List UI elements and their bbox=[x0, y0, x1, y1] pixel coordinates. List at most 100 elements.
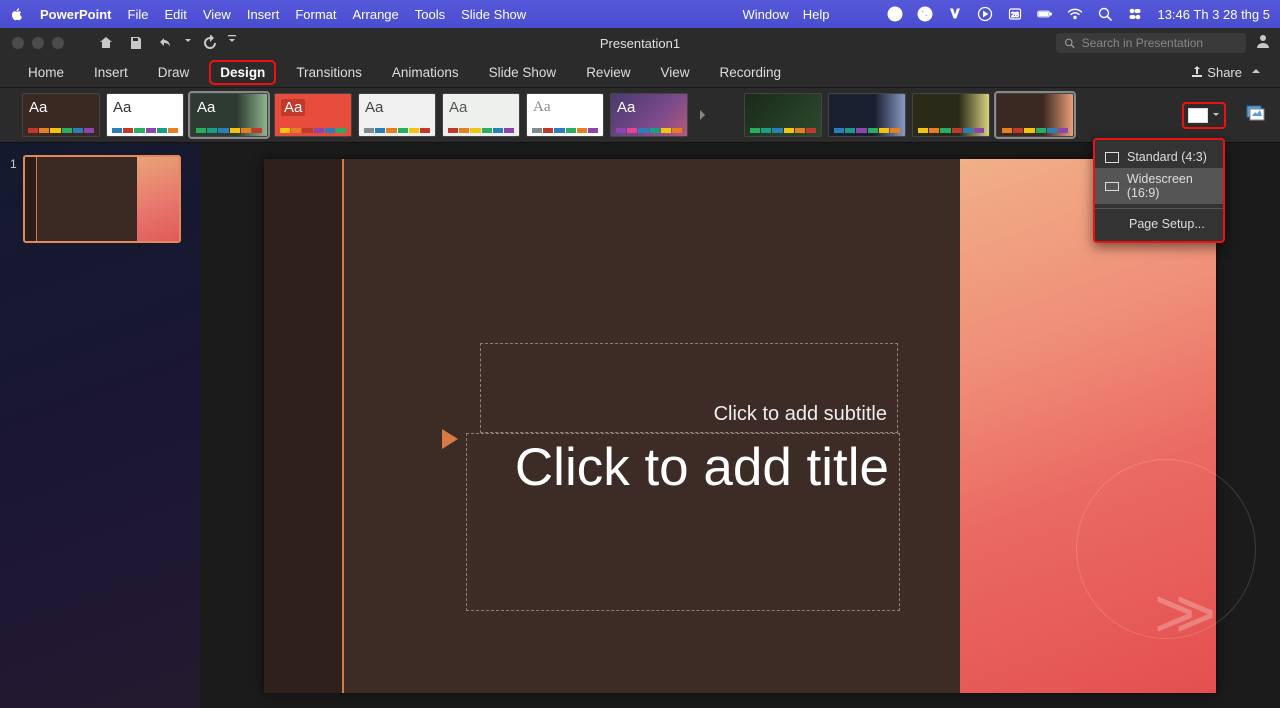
title-placeholder[interactable]: Click to add title bbox=[466, 433, 900, 611]
variant-thumb-3[interactable] bbox=[912, 93, 990, 137]
size-widescreen-label: Widescreen (16:9) bbox=[1127, 172, 1213, 200]
subtitle-text: Click to add subtitle bbox=[714, 403, 887, 426]
chevron-down-icon bbox=[1212, 111, 1220, 119]
theme-aa-label: Aa bbox=[113, 99, 131, 116]
control-center-icon[interactable] bbox=[1127, 6, 1143, 22]
ribbon-tabs: Home Insert Draw Design Transitions Anim… bbox=[0, 58, 1280, 88]
slide-size-button[interactable] bbox=[1182, 102, 1226, 129]
tab-draw[interactable]: Draw bbox=[148, 60, 200, 85]
menu-view[interactable]: View bbox=[203, 7, 231, 22]
theme-aa-label: Aa bbox=[365, 99, 383, 116]
theme-aa-label: Aa bbox=[449, 99, 467, 116]
app-name-menu[interactable]: PowerPoint bbox=[40, 7, 112, 22]
theme-thumb-8[interactable]: Aa bbox=[610, 93, 688, 137]
save-icon[interactable] bbox=[124, 31, 148, 55]
theme-aa-label: Aa bbox=[281, 99, 305, 116]
svg-text:…: … bbox=[891, 10, 899, 19]
theme-thumb-7[interactable]: Aa bbox=[526, 93, 604, 137]
ribbon-design-panel: Aa Aa Aa Aa Aa Aa Aa Aa bbox=[0, 88, 1280, 143]
playback-icon[interactable] bbox=[977, 6, 993, 22]
subtitle-placeholder[interactable]: Click to add subtitle bbox=[480, 343, 898, 433]
window-controls[interactable] bbox=[0, 37, 64, 49]
tab-recording[interactable]: Recording bbox=[709, 60, 791, 85]
menu-window[interactable]: Window bbox=[742, 7, 788, 22]
spotlight-icon[interactable] bbox=[1097, 6, 1113, 22]
page-setup-item[interactable]: Page Setup... bbox=[1095, 213, 1223, 235]
variant-thumb-1[interactable] bbox=[744, 93, 822, 137]
undo-dropdown-icon[interactable] bbox=[184, 34, 192, 53]
theme-thumb-4[interactable]: Aa bbox=[274, 93, 352, 137]
home-icon[interactable] bbox=[94, 31, 118, 55]
close-window-icon[interactable] bbox=[12, 37, 24, 49]
ratio-16-9-icon bbox=[1105, 182, 1119, 191]
triangle-decorator-icon bbox=[442, 429, 458, 449]
tab-design[interactable]: Design bbox=[209, 60, 276, 85]
workspace: 1 >> Click to add subtitle Click to add … bbox=[0, 143, 1280, 708]
theme-aa-label: Aa bbox=[617, 99, 635, 116]
theme-aa-label: Aa bbox=[197, 99, 215, 116]
theme-thumb-1[interactable]: Aa bbox=[22, 93, 100, 137]
page-setup-label: Page Setup... bbox=[1129, 217, 1205, 231]
battery-icon[interactable] bbox=[1037, 6, 1053, 22]
date-icon[interactable]: 28 bbox=[1007, 6, 1023, 22]
variant-thumb-2[interactable] bbox=[828, 93, 906, 137]
undo-icon[interactable] bbox=[154, 31, 178, 55]
slide-number: 1 bbox=[10, 157, 17, 243]
apple-logo-icon[interactable] bbox=[10, 7, 24, 21]
tab-home[interactable]: Home bbox=[18, 60, 74, 85]
menu-help[interactable]: Help bbox=[803, 7, 830, 22]
theme-thumb-6[interactable]: Aa bbox=[442, 93, 520, 137]
tab-view[interactable]: View bbox=[650, 60, 699, 85]
title-text: Click to add title bbox=[515, 438, 889, 499]
zoom-window-icon[interactable] bbox=[52, 37, 64, 49]
line-app-icon[interactable]: … bbox=[887, 6, 903, 22]
menu-slideshow[interactable]: Slide Show bbox=[461, 7, 526, 22]
minimize-window-icon[interactable] bbox=[32, 37, 44, 49]
collapse-ribbon-icon[interactable] bbox=[1250, 65, 1262, 80]
size-widescreen-item[interactable]: Widescreen (16:9) bbox=[1095, 168, 1223, 204]
size-standard-item[interactable]: Standard (4:3) bbox=[1095, 146, 1223, 168]
tab-slideshow[interactable]: Slide Show bbox=[479, 60, 567, 85]
tab-review[interactable]: Review bbox=[576, 60, 640, 85]
menu-insert[interactable]: Insert bbox=[247, 7, 280, 22]
search-box[interactable] bbox=[1056, 33, 1246, 53]
share-label: Share bbox=[1207, 65, 1242, 80]
menu-format[interactable]: Format bbox=[295, 7, 336, 22]
variant-thumb-4[interactable] bbox=[996, 93, 1074, 137]
account-icon[interactable] bbox=[1254, 32, 1272, 55]
wifi-icon[interactable] bbox=[1067, 6, 1083, 22]
document-title: Presentation1 bbox=[600, 36, 680, 51]
theme-thumb-2[interactable]: Aa bbox=[106, 93, 184, 137]
ratio-4-3-icon bbox=[1105, 152, 1119, 163]
theme-thumb-3[interactable]: Aa bbox=[190, 93, 268, 137]
theme-aa-label: Aa bbox=[29, 99, 47, 116]
slide[interactable]: >> Click to add subtitle Click to add ti… bbox=[264, 159, 1216, 693]
search-input[interactable] bbox=[1082, 36, 1238, 50]
size-standard-label: Standard (4:3) bbox=[1127, 150, 1207, 164]
svg-text:28: 28 bbox=[1012, 12, 1020, 19]
theme-thumb-5[interactable]: Aa bbox=[358, 93, 436, 137]
redo-icon[interactable] bbox=[198, 31, 222, 55]
menu-arrange[interactable]: Arrange bbox=[353, 7, 399, 22]
search-icon bbox=[1064, 37, 1076, 50]
slide-thumbnails-panel[interactable]: 1 bbox=[0, 143, 200, 708]
window-titlebar: Presentation1 bbox=[0, 28, 1280, 58]
tab-transitions[interactable]: Transitions bbox=[286, 60, 372, 85]
viber-icon[interactable] bbox=[917, 6, 933, 22]
menu-edit[interactable]: Edit bbox=[164, 7, 186, 22]
v-icon[interactable]: V bbox=[947, 6, 963, 22]
format-background-button[interactable] bbox=[1244, 102, 1266, 129]
tab-insert[interactable]: Insert bbox=[84, 60, 138, 85]
slide-thumbnail-1[interactable] bbox=[23, 155, 181, 243]
qat-customize-icon[interactable] bbox=[228, 34, 236, 53]
share-button[interactable]: Share bbox=[1190, 65, 1242, 80]
tab-animations[interactable]: Animations bbox=[382, 60, 469, 85]
menubar-clock[interactable]: 13:46 Th 3 28 thg 5 bbox=[1157, 7, 1270, 22]
macos-menubar: PowerPoint File Edit View Insert Format … bbox=[0, 0, 1280, 28]
theme-aa-label: Aa bbox=[533, 99, 551, 116]
slide-size-menu: Standard (4:3) Widescreen (16:9) Page Se… bbox=[1093, 138, 1225, 243]
menu-tools[interactable]: Tools bbox=[415, 7, 445, 22]
themes-more-icon[interactable] bbox=[694, 93, 710, 137]
menu-file[interactable]: File bbox=[128, 7, 149, 22]
slide-size-icon bbox=[1188, 108, 1208, 123]
